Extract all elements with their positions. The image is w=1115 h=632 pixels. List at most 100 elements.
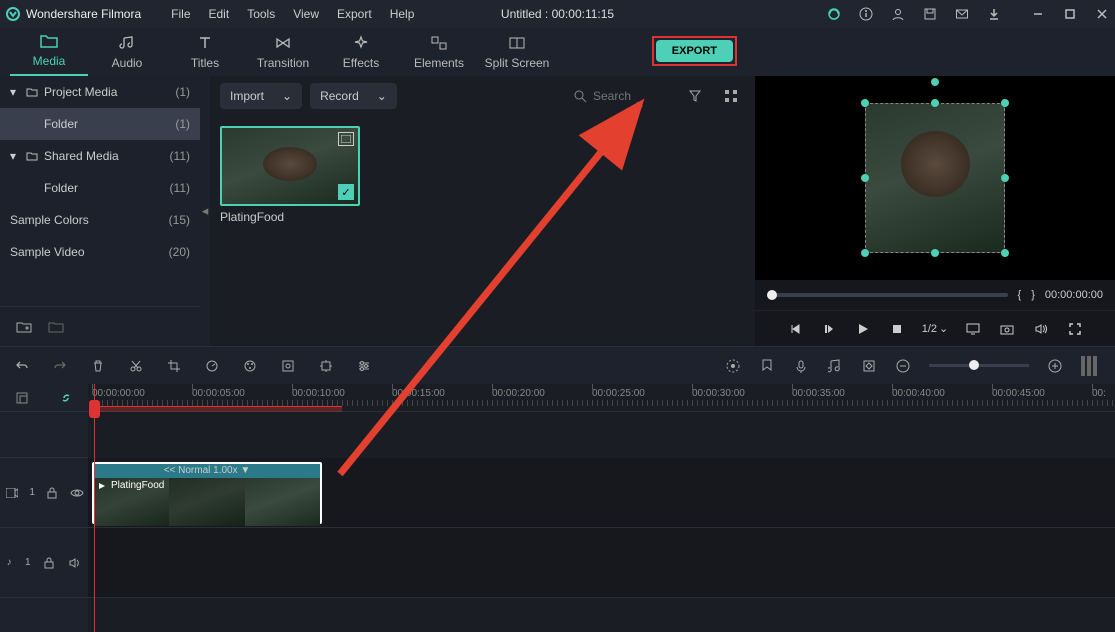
audio-track[interactable] bbox=[88, 528, 1115, 598]
prev-frame-icon[interactable] bbox=[786, 323, 804, 335]
playback-speed[interactable]: 1/2⌄ bbox=[922, 322, 949, 335]
undo-icon[interactable] bbox=[14, 359, 30, 373]
mark-out[interactable]: } bbox=[1031, 289, 1035, 301]
green-screen-icon[interactable] bbox=[280, 359, 296, 373]
menu-view[interactable]: View bbox=[293, 7, 319, 21]
step-back-icon[interactable] bbox=[820, 323, 838, 335]
sidebar-collapse-handle[interactable]: ◂ bbox=[200, 76, 210, 346]
resize-handle[interactable] bbox=[1001, 249, 1009, 257]
tab-transition[interactable]: Transition bbox=[244, 34, 322, 76]
filter-icon[interactable] bbox=[681, 82, 709, 110]
keyframe-icon[interactable] bbox=[861, 359, 877, 373]
video-track[interactable]: << Normal 1.00x ▼ PlatingFood bbox=[88, 458, 1115, 528]
voiceover-icon[interactable] bbox=[793, 359, 809, 373]
support-icon[interactable] bbox=[827, 7, 841, 21]
volume-icon[interactable] bbox=[1032, 323, 1050, 335]
maximize-button[interactable] bbox=[1063, 7, 1077, 21]
resize-handle[interactable] bbox=[861, 174, 869, 182]
crop-icon[interactable] bbox=[166, 359, 182, 373]
scrub-knob[interactable] bbox=[767, 290, 777, 300]
tab-elements[interactable]: Elements bbox=[400, 34, 478, 76]
export-button[interactable]: EXPORT bbox=[656, 40, 733, 62]
tab-media[interactable]: Media bbox=[10, 32, 88, 76]
menu-help[interactable]: Help bbox=[390, 7, 415, 21]
menu-file[interactable]: File bbox=[171, 7, 190, 21]
record-dropdown[interactable]: Record⌄ bbox=[310, 83, 397, 109]
mute-icon[interactable] bbox=[69, 558, 81, 568]
ruler-tick: 00:00:45:00 bbox=[992, 388, 1045, 399]
link-icon[interactable] bbox=[59, 391, 73, 405]
menu-edit[interactable]: Edit bbox=[209, 7, 230, 21]
resize-handle[interactable] bbox=[861, 249, 869, 257]
preview-frame-selection[interactable] bbox=[865, 103, 1005, 253]
clip-thumbnail[interactable]: ✓ bbox=[220, 126, 360, 206]
tab-audio[interactable]: Audio bbox=[88, 34, 166, 76]
tab-split-screen[interactable]: Split Screen bbox=[478, 34, 556, 76]
preview-canvas[interactable] bbox=[755, 76, 1115, 280]
zoom-out-icon[interactable] bbox=[895, 359, 911, 373]
resize-handle[interactable] bbox=[1001, 174, 1009, 182]
resize-handle[interactable] bbox=[861, 99, 869, 107]
menu-export[interactable]: Export bbox=[337, 7, 372, 21]
track-motion-icon[interactable] bbox=[318, 359, 334, 373]
new-folder-icon[interactable] bbox=[16, 320, 32, 334]
transition-icon bbox=[274, 34, 292, 52]
timeline-body[interactable]: 00:00:00:00 00:00:05:00 00:00:10:00 00:0… bbox=[88, 384, 1115, 632]
save-icon[interactable] bbox=[923, 7, 937, 21]
zoom-in-icon[interactable] bbox=[1047, 359, 1063, 373]
search-box[interactable] bbox=[574, 89, 673, 103]
color-icon[interactable] bbox=[242, 359, 258, 373]
menu-tools[interactable]: Tools bbox=[247, 7, 275, 21]
sidebar-sample-colors[interactable]: Sample Colors(15) bbox=[0, 204, 200, 236]
adjust-icon[interactable] bbox=[356, 359, 372, 373]
clip-speed-label[interactable]: << Normal 1.00x ▼ bbox=[94, 464, 320, 478]
speed-icon[interactable] bbox=[204, 359, 220, 373]
sidebar-sample-video[interactable]: Sample Video(20) bbox=[0, 236, 200, 268]
resize-handle[interactable] bbox=[1001, 99, 1009, 107]
snapshot-icon[interactable] bbox=[998, 323, 1016, 335]
display-icon[interactable] bbox=[964, 323, 982, 335]
fullscreen-icon[interactable] bbox=[1066, 323, 1084, 335]
search-input[interactable] bbox=[593, 89, 673, 103]
zoom-slider[interactable] bbox=[929, 364, 1029, 367]
stop-icon[interactable] bbox=[888, 323, 906, 335]
folder-open-icon[interactable] bbox=[48, 320, 64, 334]
tab-titles[interactable]: Titles bbox=[166, 34, 244, 76]
sidebar-project-media[interactable]: ▾Project Media(1) bbox=[0, 76, 200, 108]
audio-mixer-icon[interactable] bbox=[827, 359, 843, 373]
redo-icon[interactable] bbox=[52, 359, 68, 373]
account-icon[interactable] bbox=[891, 7, 905, 21]
grid-view-icon[interactable] bbox=[717, 82, 745, 110]
minimize-button[interactable] bbox=[1031, 7, 1045, 21]
info-icon[interactable] bbox=[859, 7, 873, 21]
delete-icon[interactable] bbox=[90, 359, 106, 373]
playhead-handle[interactable] bbox=[89, 400, 100, 418]
lock-icon[interactable] bbox=[47, 487, 59, 499]
zoom-knob[interactable] bbox=[969, 360, 979, 370]
close-button[interactable] bbox=[1095, 7, 1109, 21]
rotate-handle[interactable] bbox=[931, 78, 939, 86]
eye-icon[interactable] bbox=[70, 488, 82, 498]
waveform-toggle-icon[interactable] bbox=[1081, 356, 1101, 376]
import-dropdown[interactable]: Import⌄ bbox=[220, 83, 302, 109]
cut-icon[interactable] bbox=[128, 359, 144, 373]
selection-range[interactable] bbox=[92, 406, 342, 412]
track-manage-icon[interactable] bbox=[15, 391, 29, 405]
sidebar-shared-folder[interactable]: Folder(11) bbox=[0, 172, 200, 204]
lock-icon[interactable] bbox=[44, 557, 56, 569]
play-icon[interactable] bbox=[854, 322, 872, 336]
download-icon[interactable] bbox=[987, 7, 1001, 21]
scrub-track[interactable] bbox=[767, 293, 1008, 297]
tab-effects[interactable]: Effects bbox=[322, 34, 400, 76]
marker-icon[interactable] bbox=[759, 359, 775, 373]
media-clip[interactable]: ✓ PlatingFood bbox=[220, 126, 360, 224]
mark-in[interactable]: { bbox=[1018, 289, 1022, 301]
playhead[interactable] bbox=[94, 384, 95, 632]
sidebar-shared-media[interactable]: ▾Shared Media(11) bbox=[0, 140, 200, 172]
render-icon[interactable] bbox=[725, 358, 741, 374]
sidebar-folder[interactable]: Folder(1) bbox=[0, 108, 200, 140]
mail-icon[interactable] bbox=[955, 7, 969, 21]
resize-handle[interactable] bbox=[931, 249, 939, 257]
timeline-clip[interactable]: << Normal 1.00x ▼ PlatingFood bbox=[92, 462, 322, 524]
resize-handle[interactable] bbox=[931, 99, 939, 107]
